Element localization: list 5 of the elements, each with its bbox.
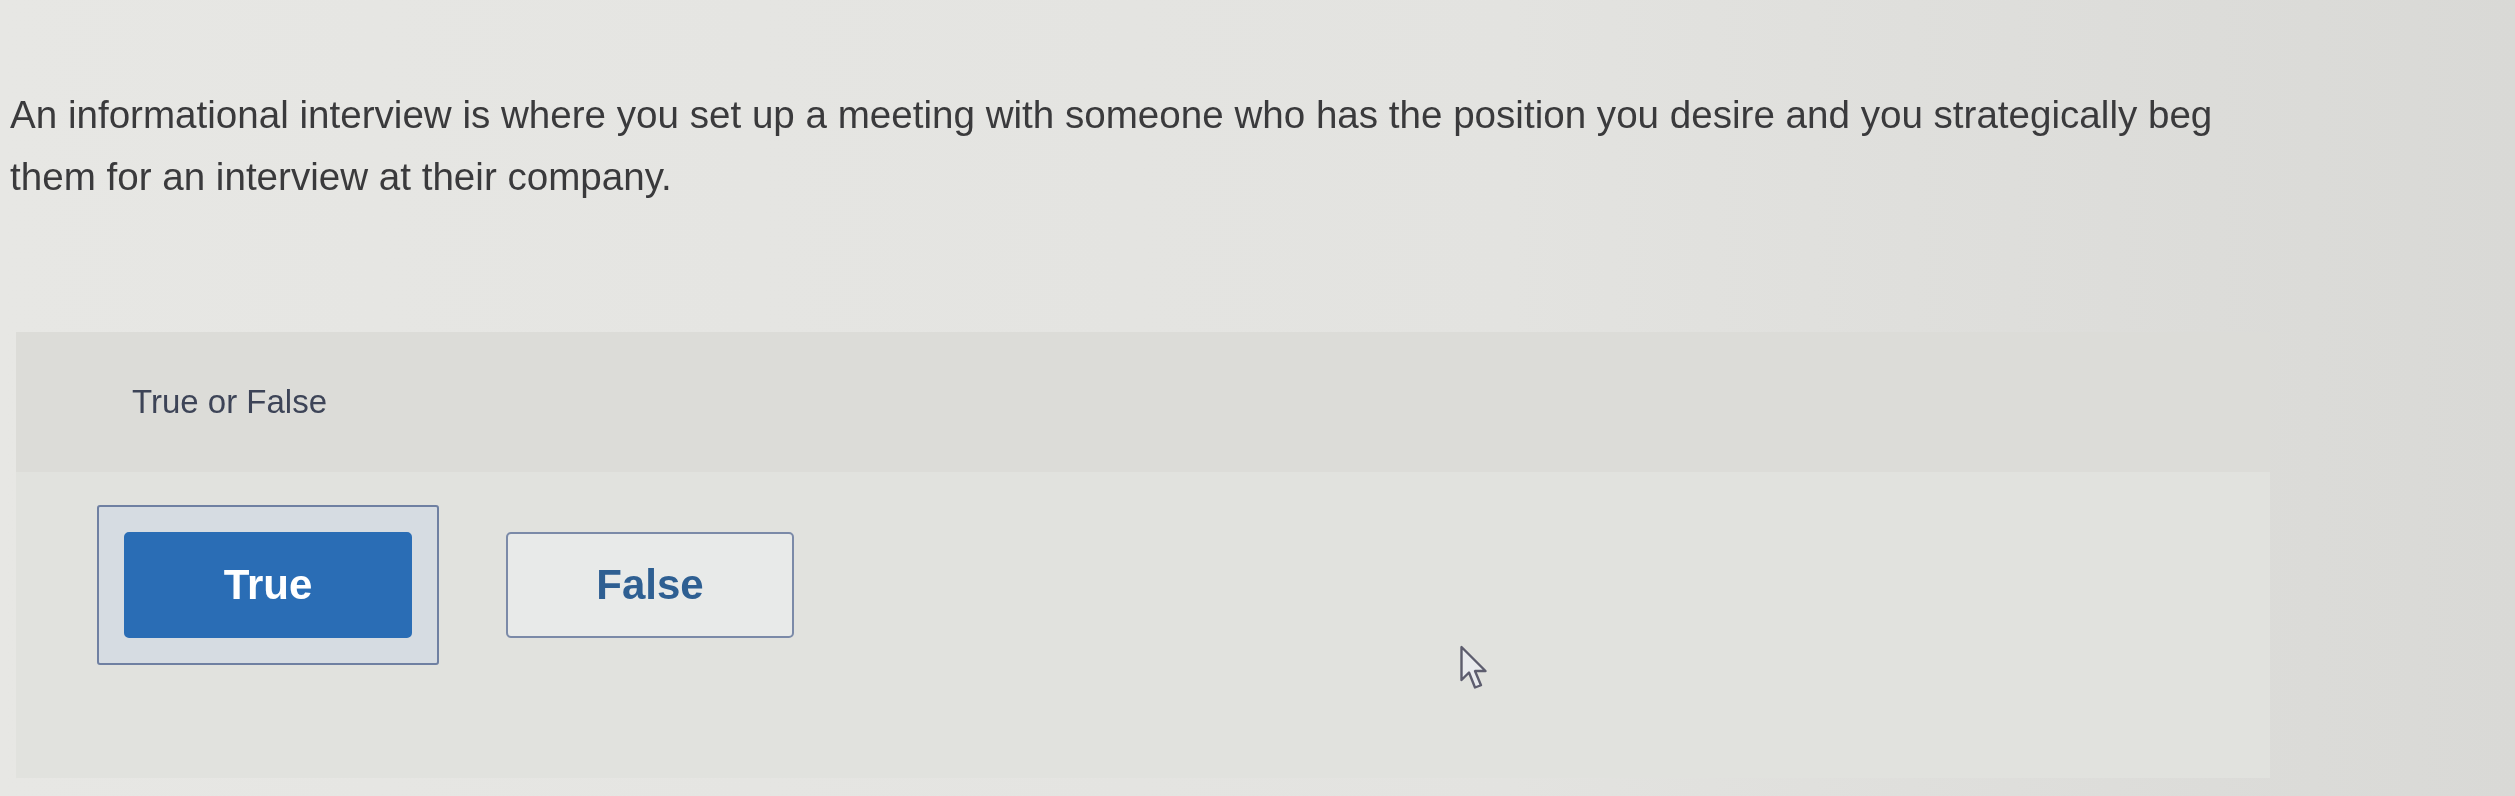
answer-button[interactable]: True — [124, 532, 412, 638]
question-text: An informational interview is where you set up a meeting with someone who has the position you desire and you strategically beg them for an interview at their company. — [10, 92, 2214, 200]
question-type-label: True or False — [132, 383, 327, 421]
pointer-cursor-icon — [1460, 645, 1490, 691]
answer-button[interactable]: False — [506, 532, 794, 638]
